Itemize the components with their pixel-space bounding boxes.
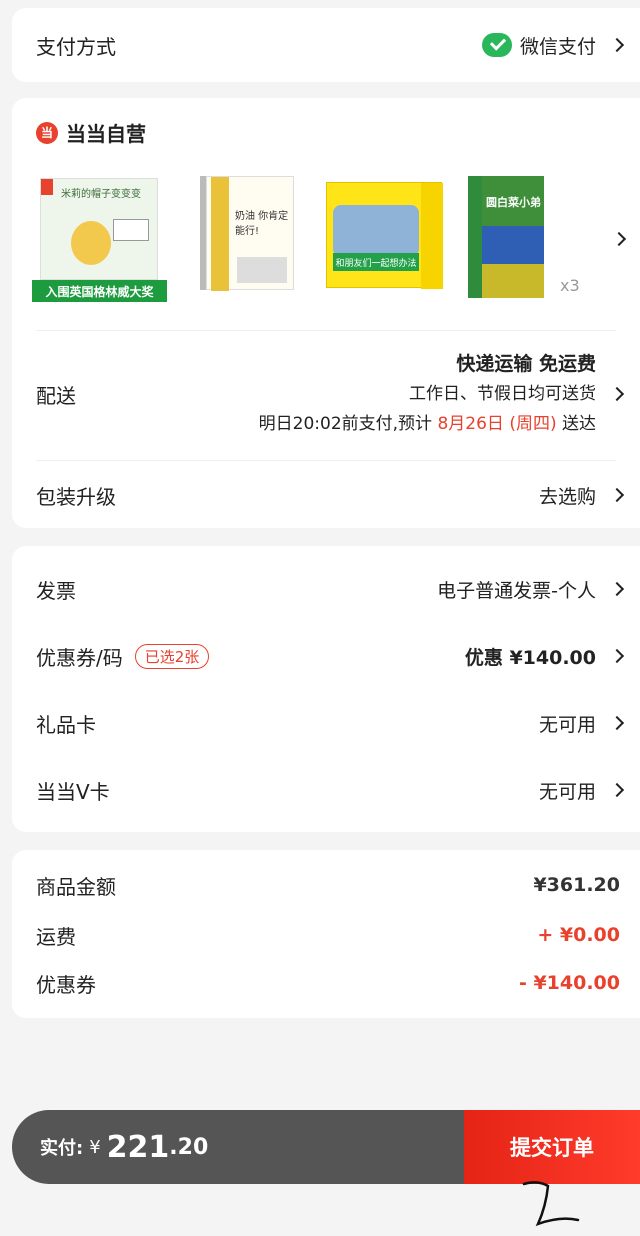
vcard-row[interactable]: 当当Ⅴ卡 无可用: [36, 757, 625, 823]
coupon-selected-badge: 已选2张: [134, 643, 210, 669]
packaging-value: 去选购: [538, 485, 596, 508]
invoice-value: 电子普通发票-个人: [437, 579, 596, 602]
coupon-value: 优惠 ¥140.00: [464, 646, 596, 669]
giftcard-label: 礼品卡: [36, 712, 96, 737]
payment-method-label: 支付方式: [36, 34, 116, 59]
total-dec: .20: [169, 1134, 209, 1160]
delivery-estimate-prefix: 明日20:02前支付,预计: [258, 414, 433, 434]
delivery-estimate: 明日20:02前支付,预计 8月26日 (周四) 送达: [259, 409, 596, 439]
payment-method-row[interactable]: 支付方式 微信支付: [36, 8, 625, 82]
delivery-row[interactable]: 配送 快递运输 免运费 工作日、节假日均可送货 明日20:02前支付,预计 8月…: [36, 346, 625, 442]
total-int: 221: [106, 1129, 170, 1165]
chevron-right-icon[interactable]: [611, 231, 627, 247]
shipping-value: + ¥0.00: [537, 924, 620, 946]
book-cover[interactable]: 和朋友们一起想办法: [326, 170, 444, 294]
book-title: 米莉的帽子变变变: [61, 189, 141, 200]
chevron-right-icon: [609, 648, 625, 664]
payment-method-value: 微信支付: [519, 35, 596, 58]
packaging-label: 包装升级: [36, 484, 116, 509]
coupon-label: 优惠券/码: [36, 645, 123, 670]
subtotal-label: 商品金额: [36, 874, 116, 899]
total-currency: ¥: [89, 1136, 101, 1158]
invoice-label: 发票: [36, 578, 76, 603]
summary-card: 商品金额 ¥361.20 运费 + ¥0.00 优惠券 - ¥140.00: [12, 850, 640, 1018]
submit-order-button[interactable]: 提交订单: [464, 1110, 640, 1184]
book-cover[interactable]: 圆白菜小弟 x3: [468, 170, 598, 300]
quantity-label: x3: [560, 276, 580, 295]
giftcard-value: 无可用: [538, 713, 596, 736]
coupon-discount-row: 优惠券 - ¥140.00: [36, 960, 620, 1006]
divider: [36, 460, 616, 461]
delivery-label: 配送: [36, 383, 76, 408]
chevron-right-icon: [609, 782, 625, 798]
coupon-discount-value: - ¥140.00: [518, 972, 620, 994]
vcard-label: 当当Ⅴ卡: [36, 779, 110, 804]
chevron-right-icon: [609, 386, 625, 402]
delivery-date: 8月26日 (周四): [437, 414, 557, 434]
book-title: 和朋友们一起想办法: [333, 253, 419, 271]
total-label: 实付:: [40, 1138, 84, 1159]
book-cover[interactable]: 米莉的帽子变变变 入围英国格林威大奖: [32, 170, 167, 302]
store-header: 当 当当自营: [36, 118, 146, 147]
delivery-days: 工作日、节假日均可送货: [409, 384, 596, 404]
subtotal-row: 商品金额 ¥361.20: [36, 862, 620, 908]
options-card: 发票 电子普通发票-个人 优惠券/码 已选2张 优惠 ¥140.00 礼品卡 无…: [12, 546, 640, 832]
shipping-row: 运费 + ¥0.00: [36, 912, 620, 958]
giftcard-row[interactable]: 礼品卡 无可用: [36, 690, 625, 756]
packaging-row[interactable]: 包装升级 去选购: [36, 462, 625, 528]
book-cover[interactable]: 奶油 你肯定能行!: [200, 170, 296, 294]
book-title: 奶油 你肯定能行!: [235, 211, 289, 237]
vcard-value: 无可用: [538, 780, 596, 803]
chevron-right-icon: [609, 581, 625, 597]
award-banner: 入围英国格林威大奖: [32, 280, 167, 302]
book-strip[interactable]: 米莉的帽子变变变 入围英国格林威大奖 奶油 你肯定能行! 和朋友们一起想办法 圆…: [32, 170, 632, 310]
subtotal-value: ¥361.20: [533, 874, 620, 896]
chevron-right-icon: [609, 715, 625, 731]
wechat-pay-icon: [481, 33, 512, 57]
invoice-row[interactable]: 发票 电子普通发票-个人: [36, 556, 625, 622]
handwritten-mark: [522, 1181, 580, 1227]
chevron-right-icon: [609, 487, 625, 503]
payment-card[interactable]: 支付方式 微信支付: [12, 8, 640, 82]
total-amount: 实付: ¥ 221 .20: [40, 1110, 208, 1184]
store-card: 当 当当自营 米莉的帽子变变变 入围英国格林威大奖 奶油 你肯定能行! 和朋友们…: [12, 98, 640, 528]
coupon-row[interactable]: 优惠券/码 已选2张 优惠 ¥140.00: [36, 623, 625, 689]
shipping-label: 运费: [36, 924, 76, 949]
chevron-right-icon: [609, 37, 625, 53]
checkout-bar: 实付: ¥ 221 .20 提交订单: [12, 1110, 640, 1184]
book-title: 圆白菜小弟: [486, 196, 541, 209]
divider: [36, 330, 616, 331]
store-name: 当当自营: [66, 122, 146, 146]
dangdang-logo-icon: 当: [36, 121, 58, 144]
delivery-method: 快递运输 免运费: [456, 353, 596, 375]
coupon-discount-label: 优惠券: [36, 972, 96, 997]
delivery-estimate-suffix: 送达: [562, 414, 596, 434]
